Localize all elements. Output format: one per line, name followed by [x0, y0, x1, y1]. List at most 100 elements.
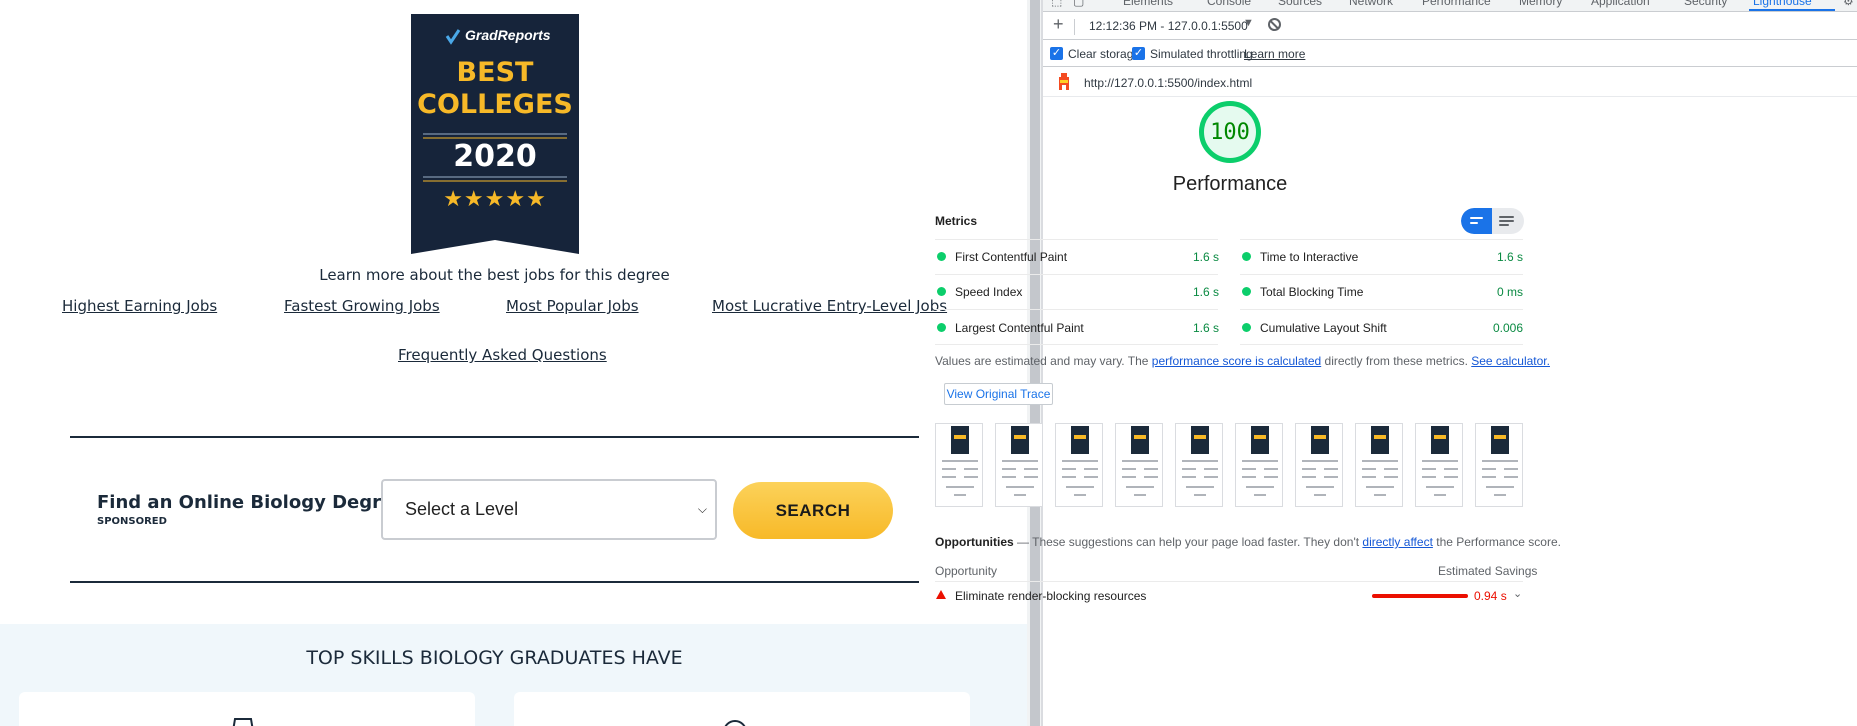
tab-application[interactable]: Application	[1591, 0, 1650, 8]
badge-line1: BEST	[456, 57, 534, 88]
opportunities-desc: the Performance score.	[1432, 535, 1561, 549]
frame-line	[1374, 494, 1386, 496]
most-lucrative-jobs-link[interactable]: Most Lucrative Entry-Level Jobs	[712, 297, 947, 315]
frame-line	[1482, 460, 1518, 462]
filmstrip-frame	[1175, 423, 1223, 507]
performance-score-gauge[interactable]: 100	[1199, 101, 1261, 163]
tab-security[interactable]: Security	[1684, 0, 1727, 8]
metric-divider	[1240, 309, 1523, 310]
clear-storage-checkbox[interactable]: ✓	[1050, 47, 1063, 60]
frame-badge	[1251, 426, 1269, 454]
fail-triangle-icon	[936, 590, 946, 599]
filmstrip-frame	[1355, 423, 1403, 507]
pass-dot-icon	[1242, 252, 1251, 261]
pass-dot-icon	[937, 252, 946, 261]
frame-line	[1494, 494, 1506, 496]
frame-line	[954, 494, 966, 496]
filmstrip-frame	[1115, 423, 1163, 507]
metric-name: Largest Contentful Paint	[955, 321, 1084, 335]
list-compact-icon	[1470, 217, 1483, 219]
report-dropdown-icon[interactable]: ▼	[1243, 17, 1254, 29]
opportunities-header: Opportunities — These suggestions can he…	[935, 535, 1561, 549]
frame-line	[1242, 476, 1256, 478]
metric-divider	[1240, 274, 1523, 275]
tab-sources[interactable]: Sources	[1278, 0, 1322, 8]
see-calculator-link[interactable]: See calculator.	[1471, 354, 1550, 368]
filmstrip-frame	[935, 423, 983, 507]
tab-network[interactable]: Network	[1349, 0, 1393, 8]
note-text: Values are estimated and may vary. The	[935, 354, 1152, 368]
frame-line	[1324, 468, 1338, 470]
search-button[interactable]: SEARCH	[733, 482, 893, 539]
level-select-value: Select a Level	[405, 499, 519, 519]
toggle-compact-view[interactable]	[1461, 208, 1492, 234]
lighthouse-toolbar: + 12:12:36 PM - 127.0.0.1:5500 ▼	[1043, 13, 1857, 40]
frame-line	[946, 486, 974, 488]
frame-line	[1006, 486, 1034, 488]
lighthouse-options: ✓ Clear storage ✓ Simulated throttling L…	[1043, 41, 1857, 67]
view-original-trace-button[interactable]: View Original Trace	[944, 383, 1053, 405]
simulated-throttling-checkbox[interactable]: ✓	[1132, 47, 1145, 60]
directly-affect-link[interactable]: directly affect	[1362, 535, 1432, 549]
expand-chevron-icon[interactable]: ⌄	[1513, 587, 1522, 600]
frame-line	[1422, 476, 1436, 478]
metric-value: 0 ms	[1496, 285, 1523, 299]
tab-elements[interactable]: Elements	[1123, 0, 1173, 8]
clear-reports-icon[interactable]	[1268, 18, 1281, 31]
active-tab-indicator	[1749, 9, 1835, 11]
inspect-icon[interactable]: ⬚	[1051, 0, 1062, 8]
audited-url[interactable]: http://127.0.0.1:5500/index.html	[1084, 76, 1252, 90]
frame-line	[1482, 476, 1496, 478]
frame-line	[1066, 486, 1094, 488]
faq-link[interactable]: Frequently Asked Questions	[398, 346, 607, 364]
sponsored-label: SPONSORED	[97, 516, 167, 527]
opportunity-name[interactable]: Eliminate render-blocking resources	[955, 589, 1146, 603]
frame-line	[1302, 460, 1338, 462]
report-selector[interactable]: 12:12:36 PM - 127.0.0.1:5500	[1089, 19, 1248, 33]
frame-line	[942, 476, 956, 478]
fastest-growing-jobs-link[interactable]: Fastest Growing Jobs	[284, 297, 440, 315]
tab-lighthouse[interactable]: Lighthouse	[1753, 0, 1812, 8]
new-report-icon[interactable]: +	[1053, 14, 1064, 35]
badge-brand: GradReports	[465, 27, 551, 43]
filmstrip-frame	[1235, 423, 1283, 507]
learn-more-text: Learn more about the best jobs for this …	[319, 266, 670, 284]
metric-name: Time to Interactive	[1260, 250, 1359, 264]
frame-line	[1242, 460, 1278, 462]
frame-badge	[1011, 426, 1029, 454]
tab-console[interactable]: Console	[1207, 0, 1251, 8]
frame-line	[1242, 468, 1256, 470]
learn-more-link[interactable]: Learn more	[1244, 47, 1305, 61]
list-compact-icon-line	[1470, 222, 1478, 224]
frame-line	[1014, 494, 1026, 496]
skill-book-icon	[232, 718, 254, 726]
frame-line	[1024, 468, 1038, 470]
tab-performance[interactable]: Performance	[1422, 0, 1491, 8]
frame-line	[1444, 468, 1458, 470]
savings-value: 0.94 s	[1474, 589, 1507, 603]
tab-memory[interactable]: Memory	[1519, 0, 1562, 8]
frame-line	[1002, 460, 1038, 462]
frame-line	[1062, 476, 1076, 478]
divider-bottom	[70, 581, 919, 583]
metric-name: Total Blocking Time	[1260, 285, 1364, 299]
highest-earning-jobs-link[interactable]: Highest Earning Jobs	[62, 297, 217, 315]
metrics-view-toggle[interactable]	[1461, 208, 1524, 234]
frame-badge	[1431, 426, 1449, 454]
frame-line	[1182, 476, 1196, 478]
level-select[interactable]: Select a Level ⌵	[381, 479, 717, 540]
pass-dot-icon	[937, 323, 946, 332]
device-toggle-icon[interactable]: ▢	[1073, 0, 1084, 8]
simulated-throttling-label: Simulated throttling	[1150, 47, 1253, 61]
frame-line	[1302, 476, 1316, 478]
frame-line	[1084, 476, 1098, 478]
opportunities-title: Opportunities	[935, 535, 1014, 549]
gear-icon[interactable]: ⚙	[1843, 0, 1854, 8]
frame-line	[1444, 476, 1458, 478]
most-popular-jobs-link[interactable]: Most Popular Jobs	[506, 297, 639, 315]
frame-line	[1366, 486, 1394, 488]
frame-badge	[1071, 426, 1089, 454]
frame-badge	[951, 426, 969, 454]
score-calculation-link[interactable]: performance score is calculated	[1152, 354, 1321, 368]
toolbar-separator	[1074, 19, 1075, 35]
